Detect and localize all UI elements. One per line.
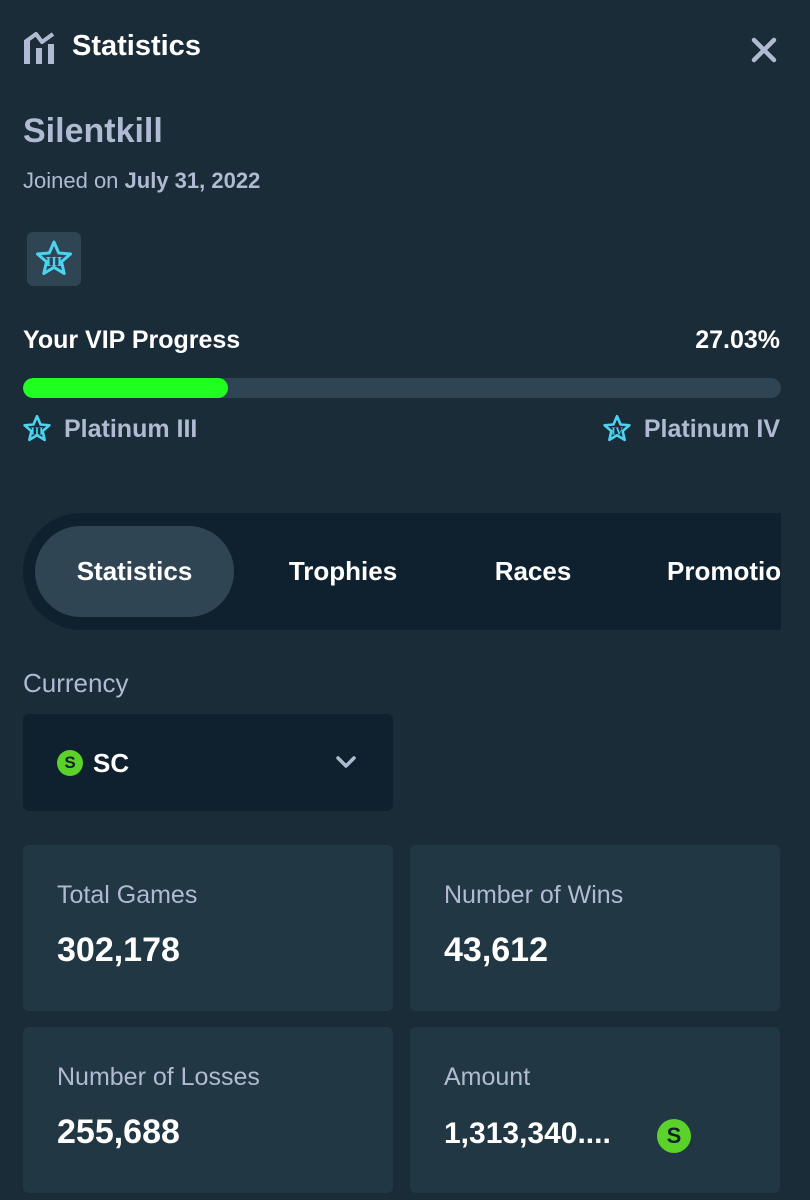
tab-races[interactable]: Races (463, 526, 603, 617)
header-title: Statistics (72, 30, 201, 62)
current-tier: III Platinum III (22, 414, 197, 444)
close-button[interactable] (744, 30, 784, 70)
total-games-card: Total Games 302,178 (23, 845, 393, 1011)
joined-text: Joined on July 31, 2022 (23, 168, 260, 194)
header: Statistics (0, 0, 810, 96)
sc-coin-icon: S (57, 750, 83, 776)
currency-select[interactable]: S SC (23, 714, 393, 811)
next-tier: IV Platinum IV (602, 414, 780, 444)
stat-label: Amount (444, 1063, 531, 1091)
close-icon (751, 37, 777, 63)
next-tier-label: Platinum IV (643, 414, 780, 443)
username: Silentkill (23, 112, 163, 150)
joined-prefix: Joined on (23, 168, 119, 193)
stat-value: 43,612 (444, 931, 548, 969)
vip-badge: III (27, 232, 81, 286)
vip-progress-bar (23, 378, 781, 398)
svg-text:III: III (31, 427, 44, 437)
svg-text:IV: IV (611, 427, 623, 437)
sc-coin-icon: S (657, 1119, 691, 1153)
currency-value: SC (93, 748, 130, 778)
vip-progress-fill (23, 378, 228, 398)
platinum-star-icon: III (23, 414, 51, 442)
tab-statistics[interactable]: Statistics (35, 526, 234, 617)
platinum-star-icon: IV (603, 414, 631, 442)
joined-date: July 31, 2022 (124, 168, 261, 193)
vip-progress-percent: 27.03% (695, 326, 780, 354)
currency-label: Currency (23, 668, 129, 698)
stat-label: Number of Losses (57, 1063, 260, 1091)
amount-card: Amount 1,313,340.... S (410, 1027, 780, 1193)
tab-bar: Statistics Trophies Races Promotions (23, 513, 781, 630)
stat-label: Total Games (57, 881, 198, 909)
vip-star-icon: III (36, 240, 72, 275)
svg-text:III: III (46, 255, 63, 269)
tab-promotions[interactable]: Promotions (667, 526, 781, 617)
tab-trophies[interactable]: Trophies (255, 526, 431, 617)
chevron-down-icon (336, 756, 356, 768)
stat-value: 255,688 (57, 1113, 180, 1151)
stat-value: 302,178 (57, 931, 180, 969)
losses-card: Number of Losses 255,688 (23, 1027, 393, 1193)
current-tier-label: Platinum III (64, 414, 198, 443)
stat-label: Number of Wins (444, 881, 624, 909)
bar-chart-icon (23, 32, 55, 64)
stat-value: 1,313,340.... (444, 1117, 611, 1150)
wins-card: Number of Wins 43,612 (410, 845, 780, 1011)
vip-progress-label: Your VIP Progress (23, 326, 241, 354)
